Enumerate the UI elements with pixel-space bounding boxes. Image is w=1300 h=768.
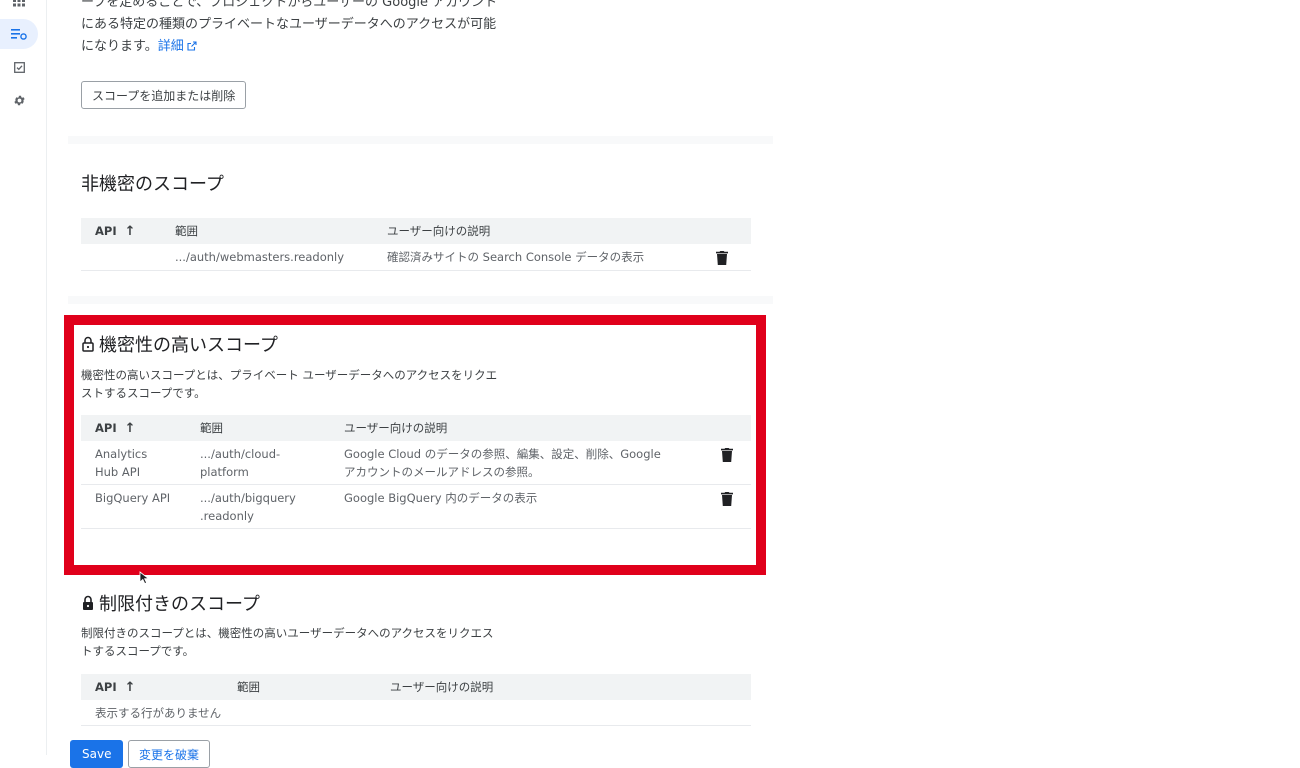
section-divider: [68, 296, 773, 304]
mouse-cursor-icon: [139, 571, 150, 585]
restricted-table-header: API ↑ 範囲 ユーザー向けの説明: [81, 674, 751, 700]
verification-icon[interactable]: [4, 52, 34, 82]
empty-table-message: 表示する行がありません: [95, 706, 222, 720]
section-title-text: 非機密のスコープ: [81, 174, 224, 195]
table-row: .../auth/webmasters.readonly 確認済みサイトの Se…: [81, 244, 751, 271]
api-column-header[interactable]: API ↑: [95, 674, 136, 700]
restricted-scopes-title: 制限付きのスコープ: [81, 590, 260, 616]
description-line: 制限付きのスコープとは、機密性の高いユーザーデータへのアクセスをリクエス: [81, 626, 494, 640]
non-sensitive-table-header: API ↑ 範囲 ユーザー向けの説明: [81, 218, 751, 244]
non-sensitive-scopes-title: 非機密のスコープ: [81, 170, 224, 196]
scope-column-header: 範囲: [237, 680, 260, 694]
section-title-text: 制限付きのスコープ: [99, 594, 260, 615]
main-content: ープを定めることで、プロジェクトからユーザーの Google アカウント にある…: [48, 0, 1300, 768]
scopes-intro-text: ープを定めることで、プロジェクトからユーザーの Google アカウント にある…: [81, 0, 551, 58]
left-nav-rail: [0, 0, 47, 755]
discard-changes-button[interactable]: 変更を破棄: [128, 740, 211, 768]
scope-cell: .../auth/webmasters.readonly: [175, 250, 345, 264]
settings-icon[interactable]: [4, 85, 34, 115]
intro-line: にある特定の種類のプライベートなユーザーデータへのアクセスが可能: [81, 17, 497, 32]
description-column-header: ユーザー向けの説明: [387, 224, 491, 238]
api-header-label: API: [95, 224, 117, 238]
learn-more-label: 詳細: [157, 39, 184, 54]
lock-icon: [83, 595, 93, 610]
arrow-up-icon: ↑: [124, 223, 136, 239]
learn-more-link[interactable]: 詳細: [158, 39, 197, 54]
oauth-consent-icon[interactable]: [0, 19, 38, 49]
description-line: トするスコープです。: [81, 644, 195, 658]
table-empty-row: 表示する行がありません: [81, 700, 751, 726]
delete-icon[interactable]: [715, 250, 729, 266]
description-column-header: ユーザー向けの説明: [390, 680, 494, 694]
intro-line: ープを定めることで、プロジェクトからユーザーの Google アカウント: [81, 0, 498, 10]
scope-column-header: 範囲: [175, 224, 198, 238]
intro-line: になります。詳細: [81, 36, 551, 58]
add-remove-scopes-button[interactable]: スコープを追加または削除: [81, 81, 247, 109]
intro-line-prefix: になります。: [81, 39, 158, 54]
description-cell: 確認済みサイトの Search Console データの表示: [387, 250, 645, 264]
arrow-up-icon: ↑: [124, 679, 136, 695]
section-divider: [68, 136, 773, 144]
save-button[interactable]: Save: [70, 740, 124, 768]
restricted-scopes-description: 制限付きのスコープとは、機密性の高いユーザーデータへのアクセスをリクエス トする…: [81, 624, 551, 660]
apps-icon[interactable]: [4, 0, 34, 20]
highlight-box: [64, 315, 766, 575]
api-column-header[interactable]: API ↑: [95, 218, 136, 244]
api-header-label: API: [95, 680, 117, 694]
external-link-icon: [187, 41, 197, 51]
